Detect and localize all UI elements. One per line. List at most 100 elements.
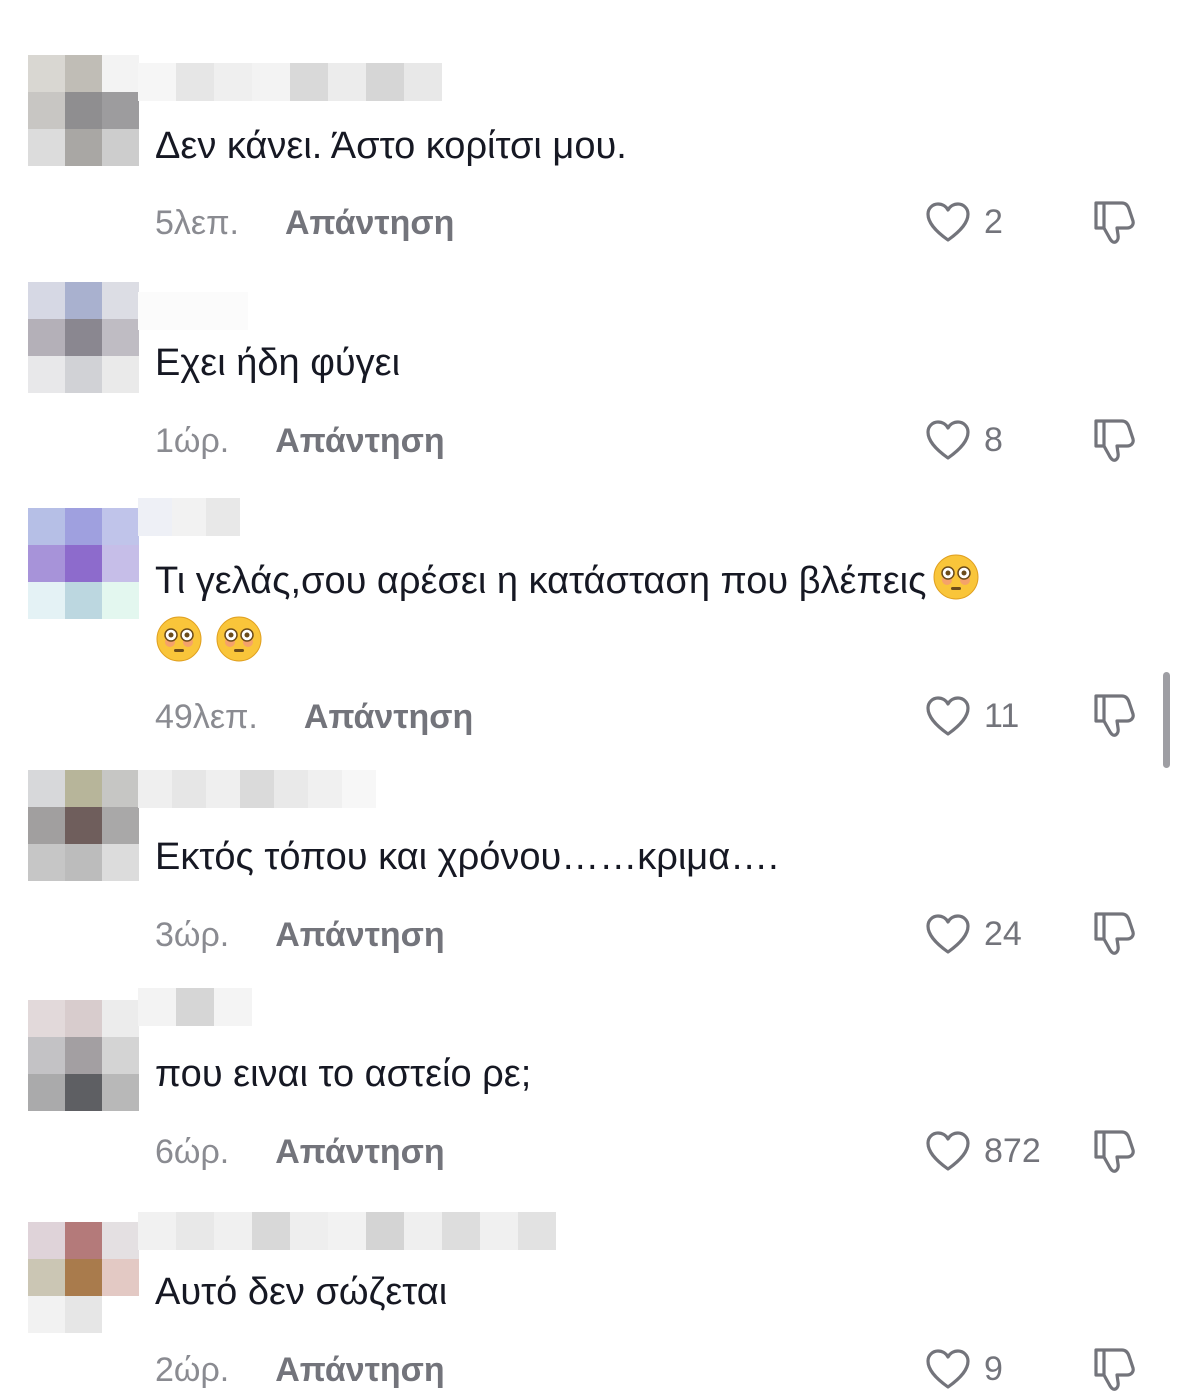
dislike-button[interactable] (1088, 1344, 1138, 1399)
comment-text: Δεν κάνει. Άστο κορίτσι μου. (155, 125, 627, 167)
comment-text: Εκτός τόπου και χρόνου……κριμα…. (155, 836, 779, 878)
comment-time: 6ώρ. (155, 1133, 230, 1171)
reply-button[interactable]: Απάντηση (275, 1350, 444, 1390)
username-blurred[interactable] (138, 1212, 556, 1250)
like-count: 11 (984, 696, 1020, 735)
avatar-pixel (28, 1296, 65, 1333)
avatar-pixel (28, 844, 65, 881)
avatar[interactable] (28, 508, 139, 619)
avatar-pixel (65, 770, 102, 807)
thumbs-down-icon (1094, 912, 1135, 955)
comment-time: 1ώρ. (155, 422, 230, 460)
comment-time: 2ώρ. (155, 1351, 230, 1389)
avatar[interactable] (28, 770, 139, 881)
avatar-pixel (102, 1259, 139, 1296)
like-button[interactable]: 9 (924, 1347, 1003, 1391)
avatar-pixel (28, 1222, 65, 1259)
like-button[interactable]: 2 (924, 200, 1003, 244)
avatar-pixel (65, 129, 102, 166)
avatar-pixel (102, 1074, 139, 1111)
heart-icon (926, 202, 970, 242)
avatar[interactable] (28, 1222, 139, 1333)
username-blurred[interactable] (138, 988, 252, 1026)
avatar-pixel (65, 1074, 102, 1111)
avatar-pixel (28, 545, 65, 582)
avatar-pixel (65, 1259, 102, 1296)
avatar-pixel (28, 770, 65, 807)
avatar-pixel (28, 1259, 65, 1296)
flushed-face-emoji (216, 616, 262, 662)
heart-icon (926, 1131, 970, 1171)
avatar-pixel (28, 129, 65, 166)
avatar-pixel (28, 319, 65, 356)
avatar[interactable] (28, 55, 139, 166)
avatar[interactable] (28, 1000, 139, 1111)
dislike-button[interactable] (1088, 908, 1138, 963)
dislike-button[interactable] (1088, 415, 1138, 470)
avatar[interactable] (28, 282, 139, 393)
avatar-pixel (65, 55, 102, 92)
reply-button[interactable]: Απάντηση (275, 915, 444, 955)
thumbs-down-icon (1094, 1348, 1135, 1391)
avatar-pixel (28, 282, 65, 319)
avatar-pixel (102, 319, 139, 356)
reply-button[interactable]: Απάντηση (285, 203, 454, 243)
reply-button[interactable]: Απάντηση (275, 1132, 444, 1172)
emoji-line (155, 615, 263, 663)
reply-button[interactable]: Απάντηση (275, 421, 444, 461)
username-blurred[interactable] (138, 63, 442, 101)
comment-meta: 6ώρ. Απάντηση (155, 1132, 445, 1172)
avatar-pixel (65, 1037, 102, 1074)
heart-icon (926, 914, 970, 954)
avatar-pixel (102, 545, 139, 582)
dislike-button[interactable] (1088, 197, 1138, 252)
avatar-pixel (65, 508, 102, 545)
comment-meta: 2ώρ. Απάντηση (155, 1350, 445, 1390)
thumbs-down-icon (1094, 1130, 1135, 1173)
thumbs-down-icon (1094, 201, 1135, 244)
avatar-pixel (65, 1296, 102, 1333)
like-count: 872 (984, 1131, 1041, 1170)
like-count: 2 (984, 202, 1003, 241)
username-blurred[interactable] (138, 498, 240, 536)
avatar-pixel (102, 1000, 139, 1037)
username-blurred[interactable] (138, 770, 376, 808)
comment-text: Αυτό δεν σώζεται (155, 1271, 448, 1313)
avatar-pixel (65, 582, 102, 619)
avatar-pixel (28, 582, 65, 619)
like-count: 24 (984, 914, 1022, 953)
avatar-pixel (28, 1074, 65, 1111)
dislike-button[interactable] (1088, 1126, 1138, 1181)
comment-text: Τι γελάς,σου αρέσει η κατάσταση που βλέπ… (155, 553, 1145, 609)
avatar-pixel (102, 55, 139, 92)
comment-time: 5λεπ. (155, 204, 239, 242)
comment-text: που ειναι το αστείο ρε; (155, 1053, 532, 1095)
avatar-pixel (65, 356, 102, 393)
like-count: 8 (984, 420, 1003, 459)
reply-button[interactable]: Απάντηση (304, 697, 473, 737)
avatar-pixel (102, 1037, 139, 1074)
comment-meta: 5λεπ. Απάντηση (155, 203, 454, 243)
avatar-pixel (65, 92, 102, 129)
comment-text-content: Τι γελάς,σου αρέσει η κατάσταση που βλέπ… (155, 560, 927, 602)
avatar-pixel (102, 807, 139, 844)
avatar-pixel (65, 1000, 102, 1037)
avatar-pixel (102, 92, 139, 129)
dislike-button[interactable] (1088, 690, 1138, 745)
thumbs-down-icon (1094, 419, 1135, 462)
like-button[interactable]: 24 (924, 912, 1022, 956)
thumbs-down-icon (1094, 694, 1135, 737)
avatar-pixel (28, 55, 65, 92)
scrollbar-thumb[interactable] (1163, 672, 1170, 768)
like-button[interactable]: 11 (924, 694, 1019, 738)
like-button[interactable]: 8 (924, 418, 1003, 462)
like-button[interactable]: 872 (924, 1129, 1041, 1173)
avatar-pixel (28, 356, 65, 393)
avatar-pixel (28, 1000, 65, 1037)
avatar-pixel (28, 92, 65, 129)
avatar-pixel (102, 282, 139, 319)
avatar-pixel (28, 1037, 65, 1074)
avatar-pixel (102, 770, 139, 807)
avatar-pixel (65, 319, 102, 356)
username-blurred[interactable] (138, 292, 248, 330)
